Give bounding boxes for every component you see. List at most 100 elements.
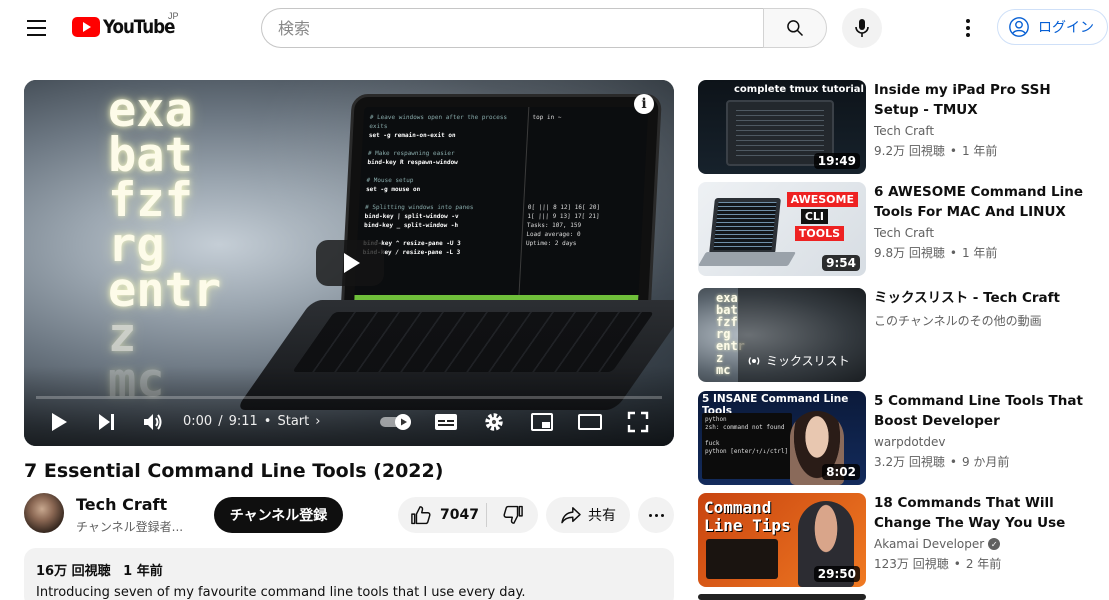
autoplay-icon [380, 414, 411, 430]
video-thumbnail [698, 594, 866, 600]
duration-badge: 19:49 [813, 153, 860, 169]
fullscreen-icon [627, 411, 649, 433]
publish-date: 1 年前 [123, 564, 163, 579]
video-thumbnail: AWESOME CLI TOOLS 9:54 [698, 182, 866, 276]
region-code: JP [168, 11, 179, 21]
fullscreen-button[interactable] [622, 402, 654, 442]
recommendation-title: Inside my iPad Pro SSH Setup - TMUX [874, 82, 1051, 118]
guide-menu-icon[interactable] [22, 14, 50, 42]
video-player[interactable]: # Leave windows open after the process e… [24, 80, 674, 446]
play-icon [52, 413, 67, 431]
subtitles-button[interactable] [430, 402, 462, 442]
upload-age: 9 か月前 [945, 455, 1010, 469]
recommendation-channel: Tech Craft [874, 124, 934, 138]
recommendation-meta: 9.8万 回視聴1 年前 [874, 244, 997, 261]
overlay-command: fzf [108, 173, 193, 228]
description-box[interactable]: 16万 回視聴 1 年前 Introducing seven of my fav… [24, 548, 674, 600]
duration-badge: 29:50 [813, 566, 860, 582]
subscribe-button[interactable]: チャンネル登録 [214, 497, 343, 533]
recommendation-channel: Tech Craft [874, 226, 934, 240]
like-button[interactable]: 7047 [398, 497, 486, 533]
gear-icon [485, 413, 503, 431]
recommendation-item[interactable]: complete tmux tutorial 19:49 Inside my i… [698, 80, 1098, 174]
tablet-image: # Leave windows open after the process e… [339, 94, 663, 324]
recommendation-meta: 9.2万 回視聴1 年前 [874, 142, 997, 159]
share-button[interactable]: 共有 [546, 497, 630, 533]
share-icon [561, 507, 581, 524]
overlay-command: entr [108, 263, 222, 318]
play-button[interactable] [44, 402, 74, 442]
theater-mode-button[interactable] [574, 402, 606, 442]
video-thumbnail: complete tmux tutorial 19:49 [698, 80, 866, 174]
recommendation-meta: 3.2万 回視聴9 か月前 [874, 453, 1009, 470]
thumbnail-text: complete tmux tutorial [734, 84, 864, 95]
logo-text: YouTube [103, 16, 175, 38]
login-label: ログイン [1038, 20, 1094, 36]
video-thumbnail: 5 INSANE Command Line Tools python zsh: c… [698, 391, 866, 485]
next-button[interactable] [92, 402, 122, 442]
voice-search-button[interactable] [842, 8, 882, 48]
radio-icon [748, 356, 760, 365]
progress-bar[interactable] [36, 396, 662, 399]
channel-avatar[interactable] [24, 493, 64, 533]
overlay-command-list: exa bat fzf rg entr z mc [108, 83, 222, 404]
recommendation-meta: 123万 回視聴2 年前 [874, 555, 1001, 572]
autoplay-toggle[interactable] [378, 402, 414, 442]
login-button[interactable]: ログイン [997, 9, 1108, 45]
recommendation-item[interactable]: 5 INSANE Command Line Tools python zsh: c… [698, 391, 1098, 485]
search-button[interactable] [763, 8, 827, 48]
verified-check-icon: ✓ [988, 538, 1001, 550]
miniplayer-icon [531, 413, 553, 431]
time-current: 0:00 [183, 414, 213, 429]
thumbnail-tag: TOOLS [794, 226, 844, 241]
search-icon [787, 20, 804, 37]
more-actions-button[interactable] [638, 497, 674, 533]
settings-more-icon[interactable] [956, 14, 980, 42]
overlay-command: rg [108, 218, 165, 273]
chapter-title: Start [277, 414, 310, 429]
theater-icon [578, 414, 602, 430]
volume-button[interactable] [138, 402, 168, 442]
view-count: 9.8万 回視聴 [874, 246, 945, 260]
like-count: 7047 [440, 507, 479, 523]
miniplayer-button[interactable] [526, 402, 558, 442]
volume-icon [144, 414, 162, 430]
large-play-button[interactable] [316, 240, 384, 286]
like-dislike-group: 7047 [398, 497, 538, 533]
microphone-icon [855, 19, 869, 37]
time-separator: / [218, 414, 223, 429]
thumbnail-text: Command Line Tips [704, 499, 791, 535]
info-icon[interactable]: i [634, 94, 654, 114]
recommendation-item[interactable]: exa bat fzf rg entr z mc ミックスリスト ミックスリスト… [698, 288, 1098, 382]
mix-label: ミックスリスト [766, 354, 850, 368]
time-display[interactable]: 0:00 / 9:11 • Start › [183, 414, 320, 429]
settings-button[interactable] [478, 402, 510, 442]
recommendation-title: 6 AWESOME Command Line Tools For MAC And… [874, 184, 1083, 220]
view-count: 123万 回視聴 [874, 557, 949, 571]
view-count: 3.2万 回視聴 [874, 455, 945, 469]
time-total: 9:11 [228, 414, 258, 429]
masthead: YouTube JP ログイン [0, 0, 1109, 56]
upload-age: 1 年前 [945, 246, 998, 260]
next-icon [99, 414, 114, 430]
recommendation-title: 18 Commands That Will Change The Way You… [874, 495, 1066, 531]
dislike-button[interactable] [487, 497, 538, 533]
recommendation-item-partial[interactable] [698, 594, 1098, 600]
recommendation-item[interactable]: Command Line Tips 29:50 18 Commands That… [698, 493, 1098, 587]
channel-label: Akamai Developer [874, 537, 985, 551]
upload-age: 1 年前 [945, 144, 998, 158]
chapter-dot: • [263, 414, 272, 429]
chevron-right-icon: › [315, 414, 321, 429]
thumbnail-tag: CLI [800, 209, 828, 224]
thumbnail-text-line: Line Tips [704, 516, 791, 535]
subscriber-count: チャンネル登録者... [76, 520, 184, 534]
overlay-command: exa [108, 83, 193, 138]
search-input[interactable] [278, 18, 764, 38]
account-icon [1009, 17, 1029, 37]
view-count: 9.2万 回視聴 [874, 144, 945, 158]
channel-name[interactable]: Tech Craft [76, 495, 167, 514]
thumbnail-text-line: Command [704, 498, 772, 517]
recommendation-channel: warpdotdev [874, 435, 945, 449]
youtube-play-icon [72, 17, 100, 37]
recommendation-item[interactable]: AWESOME CLI TOOLS 9:54 6 AWESOME Command… [698, 182, 1098, 276]
